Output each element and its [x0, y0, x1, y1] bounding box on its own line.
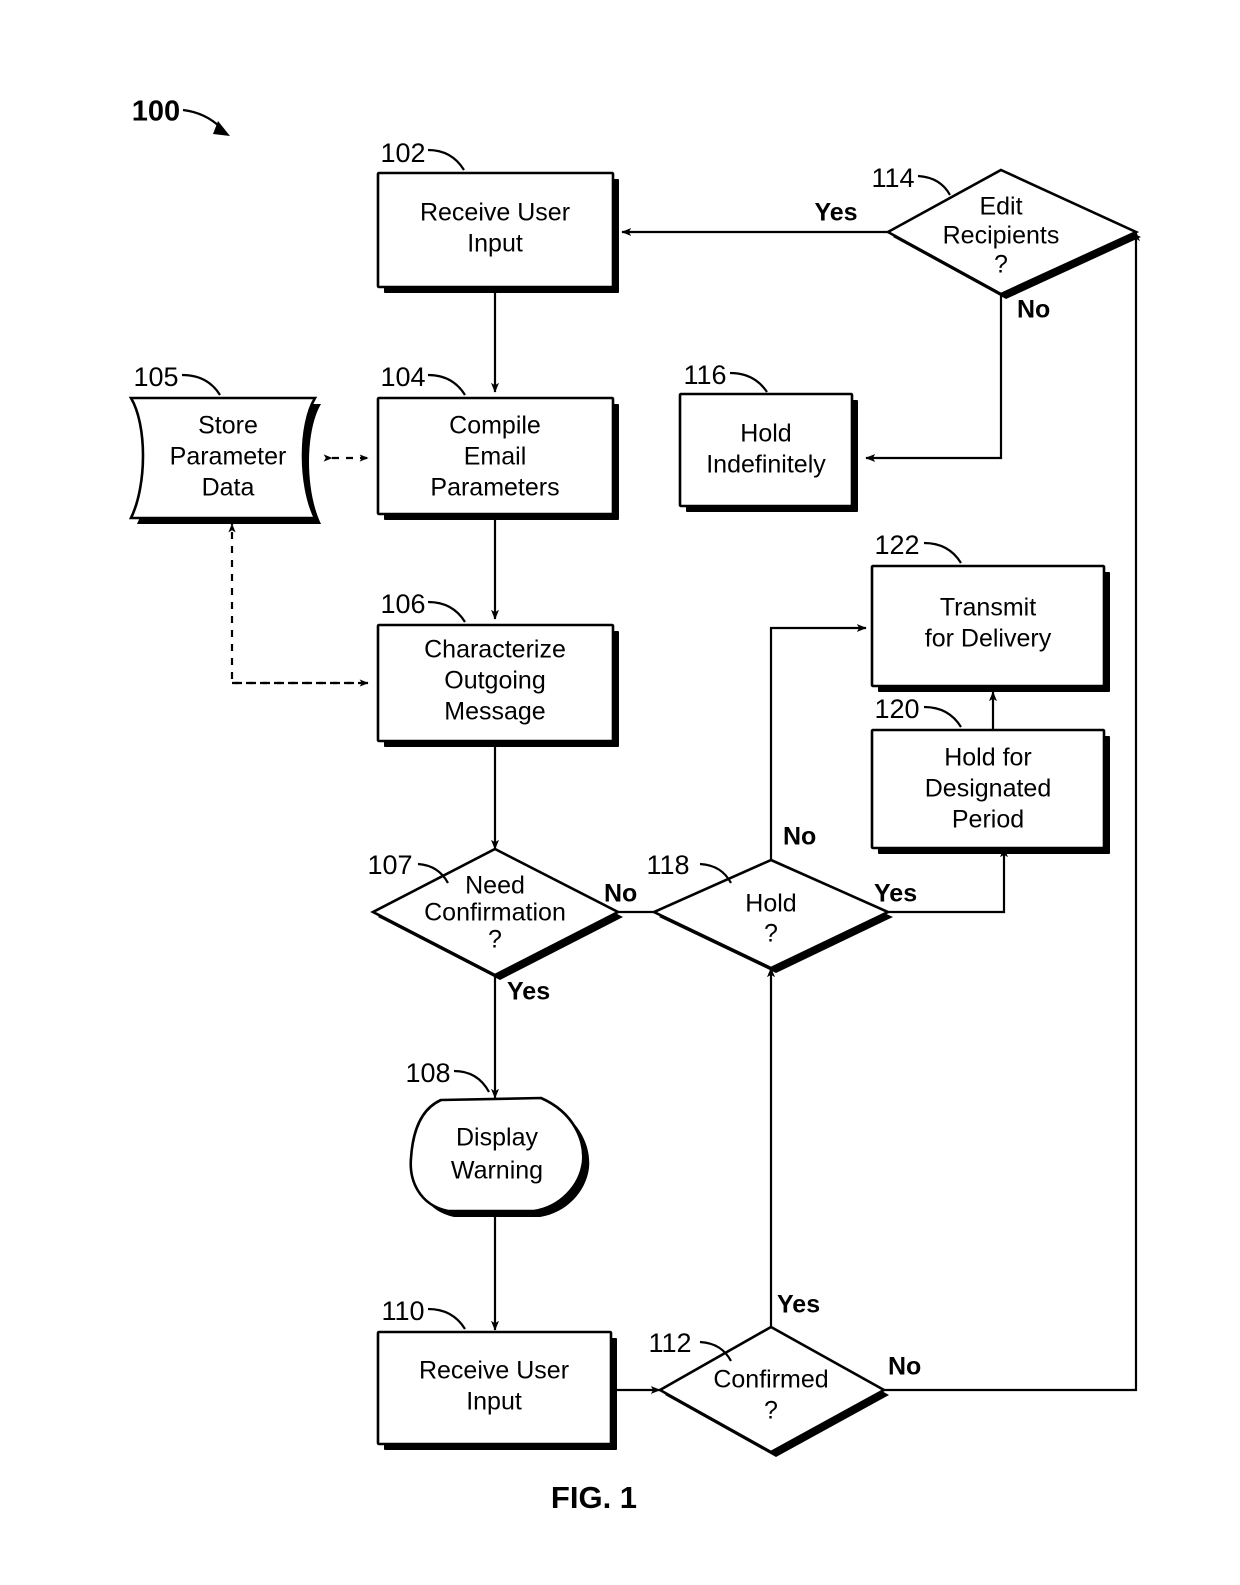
edge-label-107-yes: Yes [507, 978, 550, 1006]
edge-114-no-to-116 [865, 294, 1003, 462]
node-107-need-confirmation[interactable]: Need Confirmation ? 107 [367, 847, 623, 980]
node-108-label-line2: Warning [451, 1157, 543, 1185]
node-122-label-line2: for Delivery [925, 625, 1052, 653]
node-107-label-line1: Need [465, 872, 525, 900]
node-120-label-line1: Hold for [944, 744, 1032, 772]
node-108-display-warning[interactable]: Display Warning 108 [405, 1058, 590, 1217]
node-107-label-line2: Confirmation [424, 899, 566, 927]
node-108-ref: 108 [405, 1058, 450, 1088]
node-106-ref: 106 [380, 589, 425, 619]
flowchart-diagram: 100 Receive User Input 102 Store Paramet… [128, 96, 1141, 1515]
node-105-label-line1: Store [198, 412, 258, 440]
node-122-ref: 122 [874, 530, 919, 560]
node-112-confirmed[interactable]: Confirmed ? 112 [648, 1325, 889, 1457]
node-106-characterize-outgoing-message[interactable]: Characterize Outgoing Message 106 [376, 589, 619, 747]
node-118-label-line1: Hold [745, 890, 796, 918]
figure-ref-100: 100 [132, 96, 230, 136]
node-110-ref: 110 [381, 1296, 424, 1326]
edge-label-114-no: No [1017, 296, 1050, 324]
edge-label-118-no: No [783, 823, 816, 851]
node-118-hold[interactable]: Hold ? 118 [646, 850, 893, 973]
node-118-ref: 118 [646, 850, 689, 880]
node-110-label-line1: Receive User [419, 1357, 569, 1385]
node-105-label-line3: Data [202, 474, 255, 502]
node-102-label-line1: Receive User [420, 199, 570, 227]
node-102-receive-user-input[interactable]: Receive User Input 102 [376, 138, 619, 293]
edge-label-114-yes: Yes [814, 199, 857, 227]
node-110-receive-user-input[interactable]: Receive User Input 110 [376, 1296, 617, 1450]
node-105-store-parameter-data[interactable]: Store Parameter Data 105 [128, 362, 321, 524]
edge-label-107-no: No [604, 880, 637, 908]
node-105-ref: 105 [133, 362, 178, 392]
node-104-ref: 104 [380, 362, 425, 392]
node-114-ref: 114 [871, 163, 914, 193]
node-104-label-line1: Compile [449, 412, 541, 440]
node-112-ref: 112 [648, 1328, 691, 1358]
node-122-transmit-for-delivery[interactable]: Transmit for Delivery 122 [870, 530, 1110, 692]
patent-figure-page: 100 Receive User Input 102 Store Paramet… [0, 0, 1240, 1585]
node-122-label-line1: Transmit [940, 594, 1036, 622]
node-104-label-line3: Parameters [430, 474, 559, 502]
node-105-label-line2: Parameter [170, 443, 287, 471]
node-107-label-line3: ? [488, 926, 502, 954]
node-110-label-line2: Input [466, 1388, 522, 1416]
node-112-label-line2: ? [764, 1397, 778, 1425]
node-120-ref: 120 [874, 694, 919, 724]
node-114-label-line2: Recipients [943, 222, 1060, 250]
node-120-hold-for-designated-period[interactable]: Hold for Designated Period 120 [870, 694, 1110, 854]
node-106-label-line2: Outgoing [444, 667, 545, 695]
node-102-label-line2: Input [467, 230, 523, 258]
edge-label-118-yes: Yes [874, 880, 917, 908]
node-104-compile-email-parameters[interactable]: Compile Email Parameters 104 [376, 362, 619, 520]
edge-label-112-yes: Yes [777, 1291, 820, 1319]
node-114-edit-recipients[interactable]: Edit Recipients ? 114 [871, 163, 1141, 299]
figure-caption: FIG. 1 [551, 1480, 637, 1515]
node-114-label-line1: Edit [979, 193, 1022, 221]
node-116-label-line1: Hold [740, 420, 791, 448]
node-106-label-line3: Message [444, 698, 545, 726]
node-114-label-line3: ? [994, 251, 1008, 279]
node-112-label-line1: Confirmed [713, 1366, 828, 1394]
node-102-ref: 102 [380, 138, 425, 168]
node-104-label-line2: Email [464, 443, 527, 471]
node-106-label-line1: Characterize [424, 636, 566, 664]
edge-label-112-no: No [888, 1353, 921, 1381]
node-116-label-line2: Indefinitely [706, 451, 826, 479]
node-120-label-line3: Period [952, 806, 1024, 834]
node-118-label-line2: ? [764, 920, 778, 948]
figure-ref-100-label: 100 [132, 96, 180, 128]
node-108-label-line1: Display [456, 1124, 538, 1152]
node-107-ref: 107 [367, 850, 412, 880]
node-120-label-line2: Designated [925, 775, 1051, 803]
edge-106-to-105 [228, 523, 368, 685]
node-116-hold-indefinitely[interactable]: Hold Indefinitely 116 [678, 360, 858, 512]
node-116-ref: 116 [683, 360, 726, 390]
